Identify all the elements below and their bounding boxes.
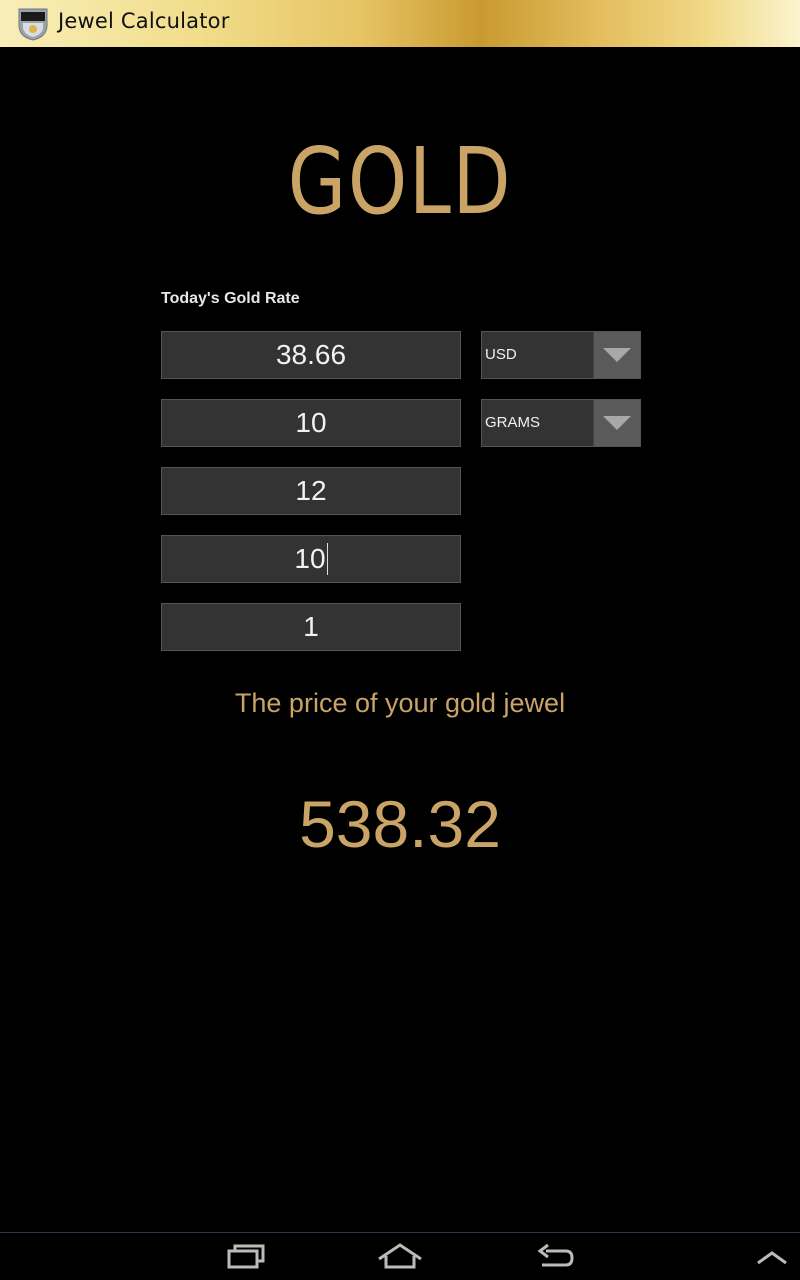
gold-rate-input[interactable]: 38.66 bbox=[161, 331, 461, 379]
price-label: The price of your gold jewel bbox=[234, 688, 566, 718]
fifth-value: 1 bbox=[303, 611, 319, 642]
fourth-value: 10 bbox=[294, 543, 326, 574]
app-title: Jewel Calculator bbox=[58, 9, 230, 33]
chevron-down-icon[interactable] bbox=[593, 332, 640, 378]
currency-spinner[interactable]: USD bbox=[481, 331, 641, 379]
home-icon[interactable] bbox=[376, 1241, 424, 1273]
chevron-up-icon[interactable] bbox=[748, 1241, 796, 1273]
currency-selected: USD bbox=[485, 346, 517, 363]
navigation-bar bbox=[0, 1232, 800, 1280]
third-input[interactable]: 12 bbox=[161, 467, 461, 515]
rate-label: Today's Gold Rate bbox=[161, 290, 300, 307]
weight-input[interactable]: 10 bbox=[161, 399, 461, 447]
page-title: GOLD bbox=[287, 128, 513, 235]
recent-apps-icon[interactable] bbox=[222, 1241, 270, 1273]
jewel-calculator-logo-icon[interactable] bbox=[17, 7, 49, 41]
weight-value: 10 bbox=[295, 407, 327, 438]
third-value: 12 bbox=[295, 475, 327, 506]
fourth-input[interactable]: 10 bbox=[161, 535, 461, 583]
unit-spinner[interactable]: GRAMS bbox=[481, 399, 641, 447]
price-value: 538.32 bbox=[299, 787, 501, 861]
chevron-down-icon[interactable] bbox=[593, 400, 640, 446]
text-caret bbox=[326, 543, 328, 575]
fifth-input[interactable]: 1 bbox=[161, 603, 461, 651]
back-icon[interactable] bbox=[532, 1241, 580, 1273]
action-bar: Jewel Calculator bbox=[0, 0, 800, 47]
unit-selected: GRAMS bbox=[485, 414, 541, 431]
gold-rate-value: 38.66 bbox=[275, 339, 347, 370]
